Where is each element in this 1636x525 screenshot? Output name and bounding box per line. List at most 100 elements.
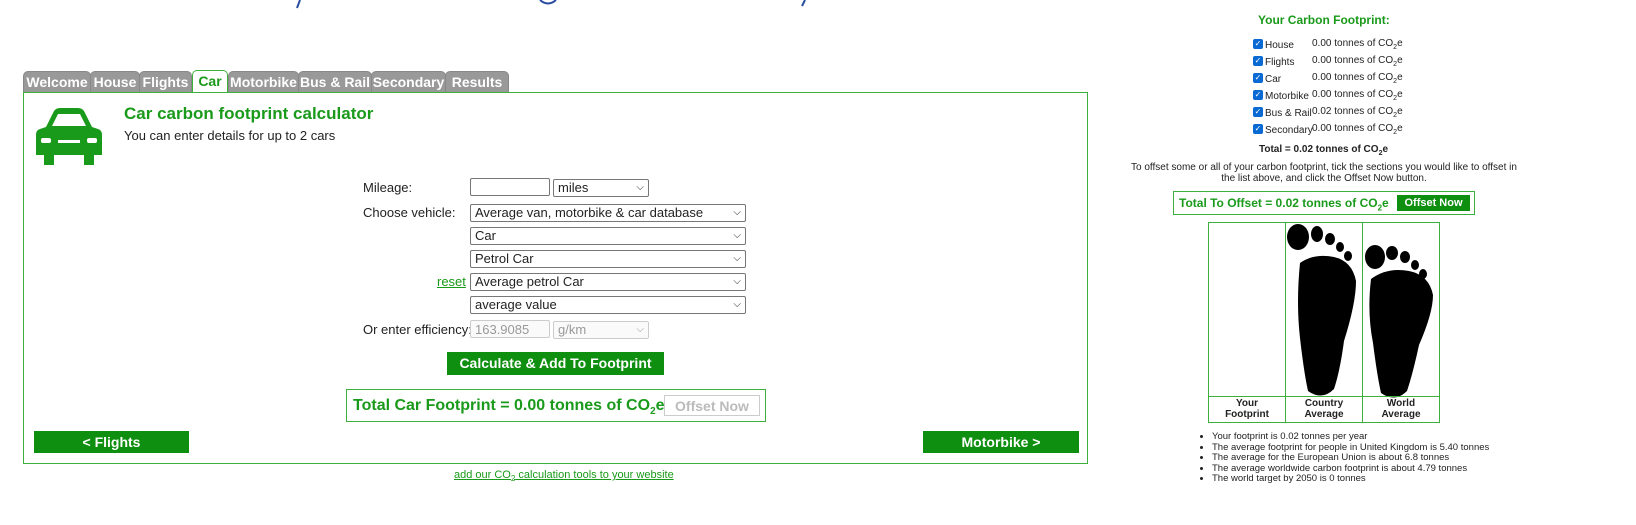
footprint-icon (1287, 224, 1356, 396)
label-line: Average (1304, 409, 1344, 420)
tab-car[interactable]: Car (192, 70, 228, 93)
summary-row-name: Flights (1265, 57, 1295, 68)
co2e-suffix: e (1382, 196, 1389, 210)
mileage-unit-select[interactable]: miles ⌵ (553, 179, 649, 197)
value-text: 0.00 tonnes of CO (1312, 38, 1394, 49)
efficiency-unit-select[interactable]: g/km ⌵ (553, 321, 649, 339)
offset-instructions: To offset some or all of your carbon foo… (1131, 162, 1517, 184)
page-title: Car carbon footprint calculator (124, 104, 374, 123)
efficiency-unit-value: g/km (558, 322, 587, 337)
value-text: 0.00 tonnes of CO (1312, 123, 1394, 134)
flights-checkbox[interactable]: ✓ (1253, 56, 1263, 66)
country-average-column (1286, 223, 1363, 422)
chevron-down-icon: ⌵ (636, 182, 644, 193)
summary-title: Your Carbon Footprint: (1258, 13, 1390, 27)
secondary-checkbox[interactable]: ✓ (1253, 124, 1263, 134)
summary-row-name: Bus & Rail (1265, 108, 1312, 119)
summary-row-name: House (1265, 40, 1294, 51)
your-footprint-label: Your Footprint (1209, 398, 1285, 420)
offset-total: Total To Offset = 0.02 tonnes of CO2e (1179, 196, 1389, 212)
tab-secondary[interactable]: Secondary (371, 71, 446, 92)
mileage-label: Mileage: (363, 180, 413, 195)
motorbike-checkbox[interactable]: ✓ (1253, 90, 1263, 100)
co2e-suffix: e (1382, 144, 1389, 155)
summary-row-value: 0.00 tonnes of CO2e (1312, 123, 1403, 136)
car-offset-button[interactable]: Offset Now (664, 395, 760, 416)
value-text: 0.00 tonnes of CO (1312, 89, 1394, 100)
embed-tools-link[interactable]: add our CO2 calculation tools to your we… (454, 469, 674, 483)
co2e-suffix: e (1397, 38, 1403, 49)
car-total-text: Total Car Footprint = 0.00 tonnes of CO2… (353, 397, 665, 417)
tab-results[interactable]: Results (445, 71, 509, 92)
reset-link[interactable]: reset (437, 274, 466, 289)
label-line: Footprint (1225, 409, 1269, 420)
embed-link-text-pre: add our CO (454, 469, 511, 481)
world-average-column (1363, 223, 1440, 422)
list-item: Your footprint is 0.02 tonnes per year (1212, 431, 1489, 443)
tab-welcome[interactable]: Welcome (23, 71, 91, 92)
value-text: 0.02 tonnes of CO (1312, 106, 1394, 117)
summary-row-name: Secondary (1265, 125, 1313, 136)
car-icon (34, 107, 104, 172)
mileage-input[interactable] (470, 178, 550, 196)
page-subtitle: You can enter details for up to 2 cars (124, 128, 336, 143)
offset-now-button[interactable]: Offset Now (1397, 195, 1470, 211)
summary-total: Total = 0.02 tonnes of CO2e (1259, 144, 1388, 157)
summary-row-value: 0.00 tonnes of CO2e (1312, 72, 1403, 85)
fuel-type-value: Petrol Car (475, 251, 534, 266)
efficiency-label: Or enter efficiency: (363, 322, 472, 337)
footprint-icon (1365, 245, 1433, 398)
tab-motorbike[interactable]: Motorbike (228, 71, 299, 92)
car-checkbox[interactable]: ✓ (1253, 73, 1263, 83)
chevron-down-icon: ⌵ (636, 324, 644, 335)
mileage-unit-value: miles (558, 180, 589, 195)
car-calculator-panel: Car carbon footprint calculator You can … (23, 92, 1088, 464)
embed-link-text-post: calculation tools to your website (515, 469, 674, 481)
efficiency-input[interactable]: 163.9085 (470, 320, 550, 338)
summary-row-name: Motorbike (1265, 91, 1309, 102)
tab-bus-rail[interactable]: Bus & Rail (298, 71, 372, 92)
offset-box: Total To Offset = 0.02 tonnes of CO2e Of… (1173, 191, 1475, 215)
label-line: Country (1304, 398, 1344, 409)
variant-select[interactable]: average value ⌵ (470, 296, 746, 314)
list-item: The average for the European Union is ab… (1212, 452, 1489, 464)
model-select[interactable]: Average petrol Car ⌵ (470, 273, 746, 291)
country-average-label: Country Average (1286, 398, 1362, 420)
tab-house[interactable]: House (90, 71, 140, 92)
summary-total-text: Total = 0.02 tonnes of CO (1259, 144, 1379, 155)
chevron-down-icon: ⌵ (733, 299, 741, 310)
car-total-value: Total Car Footprint = 0.00 tonnes of CO (353, 397, 651, 414)
chart-baseline (1209, 396, 1439, 397)
offset-total-text: Total To Offset = 0.02 tonnes of CO (1179, 196, 1378, 210)
vehicle-database-select[interactable]: Average van, motorbike & car database ⌵ (470, 204, 746, 222)
calculate-add-button[interactable]: Calculate & Add To Footprint (447, 352, 664, 375)
summary-row-value: 0.02 tonnes of CO2e (1312, 106, 1403, 119)
co2e-suffix: e (1397, 72, 1403, 83)
chevron-down-icon: ⌵ (733, 230, 741, 241)
footprint-facts-list: Your footprint is 0.02 tonnes per year T… (1200, 431, 1489, 485)
co2e-suffix: e (1397, 106, 1403, 117)
summary-row-name: Car (1265, 74, 1282, 85)
vehicle-type-select[interactable]: Car ⌵ (470, 227, 746, 245)
car-total-box: Total Car Footprint = 0.00 tonnes of CO2… (346, 389, 766, 422)
label-line: Your (1235, 398, 1259, 409)
chevron-down-icon: ⌵ (733, 276, 741, 287)
tab-flights[interactable]: Flights (139, 71, 192, 92)
vehicle-label: Choose vehicle: (363, 205, 456, 220)
value-text: 0.00 tonnes of CO (1312, 72, 1394, 83)
bus-rail-checkbox[interactable]: ✓ (1253, 107, 1263, 117)
next-motorbike-button[interactable]: Motorbike > (923, 431, 1079, 453)
co2e-suffix: e (1397, 123, 1403, 134)
prev-flights-button[interactable]: < Flights (34, 431, 189, 453)
value-text: 0.00 tonnes of CO (1312, 55, 1394, 66)
label-line: World (1386, 398, 1416, 409)
co2e-suffix: e (1397, 89, 1403, 100)
list-item: The world target by 2050 is 0 tonnes (1212, 473, 1489, 485)
label-line: Average (1381, 409, 1421, 420)
summary-row-value: 0.00 tonnes of CO2e (1312, 55, 1403, 68)
chevron-down-icon: ⌵ (733, 253, 741, 264)
fuel-type-select[interactable]: Petrol Car ⌵ (470, 250, 746, 268)
vehicle-database-value: Average van, motorbike & car database (475, 205, 704, 220)
vehicle-type-value: Car (475, 228, 496, 243)
house-checkbox[interactable]: ✓ (1253, 39, 1263, 49)
